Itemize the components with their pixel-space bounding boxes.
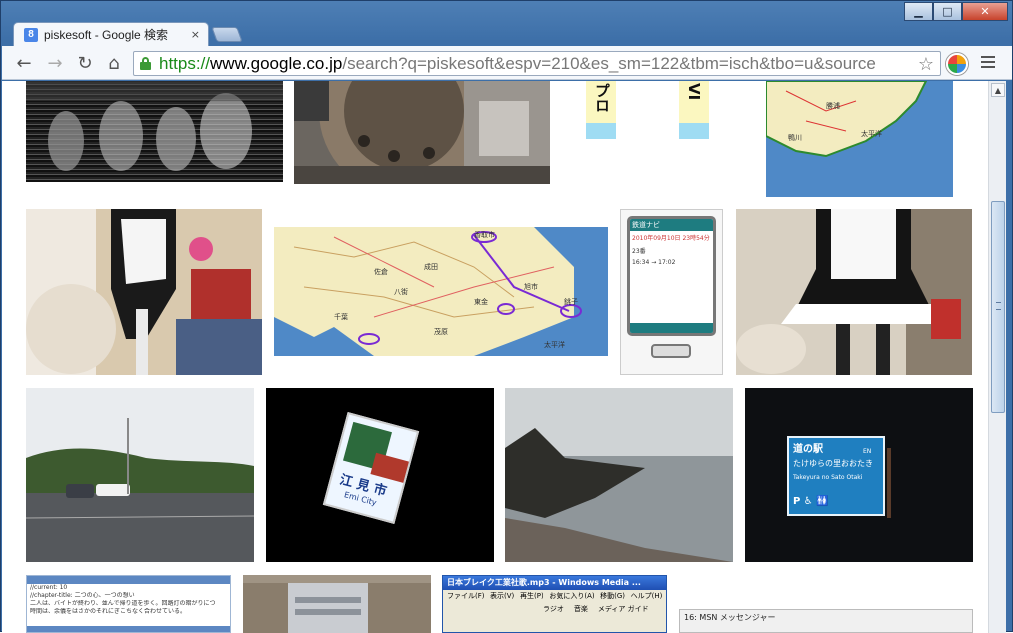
toolbar-media-guide[interactable]: メディア ガイド xyxy=(598,604,649,614)
chrome-menu-icon[interactable] xyxy=(980,54,996,70)
browser-window: ▁ □ ✕ 8 piskesoft - Google 検索 × ← → ↻ ⌂ … xyxy=(0,0,1013,633)
tab-google-search[interactable]: 8 piskesoft - Google 検索 × xyxy=(13,22,209,46)
mediaplayer-title: 日本ブレイク工業社歌.mp3 - Windows Media ... xyxy=(443,576,666,590)
map-label-mobara: 茂原 xyxy=(434,328,448,336)
coast-photo xyxy=(505,388,733,562)
scroll-grip-icon xyxy=(996,302,1001,310)
minimize-button[interactable]: ▁ xyxy=(904,2,933,21)
image-result-motorcycle-brake[interactable] xyxy=(294,81,550,184)
tab-title: piskesoft - Google 検索 xyxy=(44,28,169,42)
image-result-pc-tower[interactable] xyxy=(243,575,431,633)
url-host: www.google.co.jp xyxy=(210,53,343,73)
home-button[interactable]: ⌂ xyxy=(102,52,126,74)
toolbar-radio[interactable]: ラジオ xyxy=(543,604,564,614)
phone-line-3: 16:34 → 17:02 xyxy=(632,259,676,266)
vertical-scrollbar[interactable]: ▲ xyxy=(988,81,1006,633)
map2-label-kamogawa: 鴨川 xyxy=(788,134,802,142)
map-label-pacific: 太平洋 xyxy=(544,341,565,349)
sign-text-vi: VI xyxy=(685,83,703,101)
phone-buttons xyxy=(651,344,691,358)
image-result-michinoeki[interactable]: 道の駅 EN たけゆらの里おおたき Takeyura no Sato Otaki… xyxy=(745,388,973,562)
google-favicon-icon: 8 xyxy=(24,27,38,42)
menu-go[interactable]: 移動(G) xyxy=(600,591,625,601)
editor-line-1: //current: 10 xyxy=(30,584,68,591)
image-result-text-editor[interactable]: //current: 10 //chapter-title: 二つの心、一つの想… xyxy=(26,575,231,633)
maid-photo-2 xyxy=(736,209,972,375)
map-label-asahi: 旭市 xyxy=(524,283,538,291)
image-result-maid-1[interactable] xyxy=(26,209,262,375)
michinoeki-romaji: Takeyura no Sato Otaki xyxy=(793,474,863,481)
michinoeki-en: EN xyxy=(863,448,872,455)
michinoeki-subtitle: たけゆらの里おおたき xyxy=(793,459,873,468)
michinoeki-sign: 道の駅 EN たけゆらの里おおたき Takeyura no Sato Otaki… xyxy=(787,436,885,516)
image-result-coast[interactable] xyxy=(505,388,733,562)
menu-help[interactable]: ヘルプ(H) xyxy=(631,591,662,601)
mediaplayer-toolbar: ラジオ 音楽 メディア ガイド xyxy=(443,602,666,614)
window-controls: ▁ □ ✕ xyxy=(904,2,1008,21)
editor-line-2: //chapter-title: 二つの心、一つの想い xyxy=(30,592,135,599)
michinoeki-icons: P ♿ 🚻 xyxy=(793,496,829,507)
toolbar-music[interactable]: 音楽 xyxy=(574,604,588,614)
image-result-maid-2[interactable] xyxy=(736,209,972,375)
image-result-sign-vi[interactable]: VI xyxy=(679,81,709,139)
image-result-msn-messenger[interactable]: 16: MSN メッセンジャー xyxy=(679,609,973,633)
parking-photo xyxy=(26,388,254,562)
menu-favorites[interactable]: お気に入り(A) xyxy=(549,591,594,601)
map-label-choshi: 銚子 xyxy=(564,298,578,306)
crowd-photo xyxy=(26,81,283,171)
map-label-yachimata: 八街 xyxy=(394,288,408,296)
map-label-togane: 東金 xyxy=(474,298,488,306)
scrollbar-thumb[interactable] xyxy=(991,201,1005,413)
menu-view[interactable]: 表示(V) xyxy=(490,591,514,601)
image-result-sign-pro[interactable]: プロ xyxy=(586,81,616,139)
address-bar[interactable]: https://www.google.co.jp/search?q=piskes… xyxy=(133,51,941,76)
reload-button[interactable]: ↻ xyxy=(73,52,97,74)
image-result-phone-app[interactable]: 鉄道ナビ 2010年09月10日 23時54分 23番 16:34 → 17:0… xyxy=(620,209,723,375)
new-tab-button[interactable] xyxy=(211,27,243,42)
url-path: /search?q=piskesoft&espv=210&es_sm=122&t… xyxy=(342,53,876,73)
url-text[interactable]: https://www.google.co.jp/search?q=piskes… xyxy=(159,54,876,74)
image-result-map-chiba[interactable]: 香取市 成田 千葉 東金 茂原 太平洋 銚子 旭市 八街 佐倉 xyxy=(274,227,608,356)
menu-file[interactable]: ファイル(F) xyxy=(447,591,484,601)
maximize-button[interactable]: □ xyxy=(933,2,962,21)
map2-label-katsuura: 勝浦 xyxy=(826,102,840,110)
image-result-parking-lot[interactable] xyxy=(26,388,254,562)
tab-close-icon[interactable]: × xyxy=(191,28,200,41)
map-label-sakura: 佐倉 xyxy=(374,268,388,276)
image-result-map-boso[interactable]: 鴨川 太平洋 勝浦 xyxy=(766,81,953,197)
map2-label-pacific: 太平洋 xyxy=(861,130,882,138)
lock-icon xyxy=(140,57,151,70)
close-window-button[interactable]: ✕ xyxy=(962,2,1008,21)
bookmark-star-icon[interactable]: ☆ xyxy=(917,54,934,75)
mediaplayer-menu: ファイル(F) 表示(V) 再生(P) お気に入り(A) 移動(G) ヘルプ(H… xyxy=(443,590,666,602)
map-label-katori: 香取市 xyxy=(474,231,495,239)
editor-line-4: 時間は、余儀をはさかのそれにぎこちなく合わせている。 xyxy=(30,608,187,615)
station-sign: 江 見 市 Emi City xyxy=(322,412,420,524)
image-result-station-sign[interactable]: 江 見 市 Emi City xyxy=(266,388,494,562)
back-button[interactable]: ← xyxy=(12,52,36,74)
map-label-narita: 成田 xyxy=(424,263,438,271)
sign-text-pro: プロ xyxy=(593,83,611,113)
brake-disc-photo xyxy=(294,81,550,184)
phone-line-1: 2010年09月10日 23時54分 xyxy=(632,235,710,242)
image-results-grid: プロ VI 鴨川 太平洋 勝浦 香取市 成田 千葉 東金 茂原 太平洋 銚子 旭… xyxy=(2,81,988,633)
editor-line-3: 二人は、バイトが終わり、並んで帰り道を歩く。回路灯の暗がりにつ xyxy=(30,600,216,607)
menu-play[interactable]: 再生(P) xyxy=(520,591,543,601)
michinoeki-title: 道の駅 xyxy=(793,444,823,455)
phone-screen: 鉄道ナビ 2010年09月10日 23時54分 23番 16:34 → 17:0… xyxy=(627,216,716,336)
pc-tower-photo xyxy=(243,575,431,633)
maid-photo-1 xyxy=(26,209,262,375)
url-scheme: https:// xyxy=(159,53,211,73)
extension-icon[interactable] xyxy=(946,53,968,75)
msn-title: 16: MSN メッセンジャー xyxy=(684,613,776,622)
map-label-chiba: 千葉 xyxy=(334,313,348,321)
image-result-crowd-grayscale[interactable] xyxy=(26,81,283,182)
scroll-up-button[interactable]: ▲ xyxy=(991,83,1005,97)
browser-toolbar: ← → ↻ ⌂ https://www.google.co.jp/search?… xyxy=(2,46,1012,80)
image-result-media-player[interactable]: 日本ブレイク工業社歌.mp3 - Windows Media ... ファイル(… xyxy=(442,575,667,633)
forward-button[interactable]: → xyxy=(43,52,67,74)
phone-line-2: 23番 xyxy=(632,248,646,255)
phone-header: 鉄道ナビ xyxy=(630,219,713,231)
